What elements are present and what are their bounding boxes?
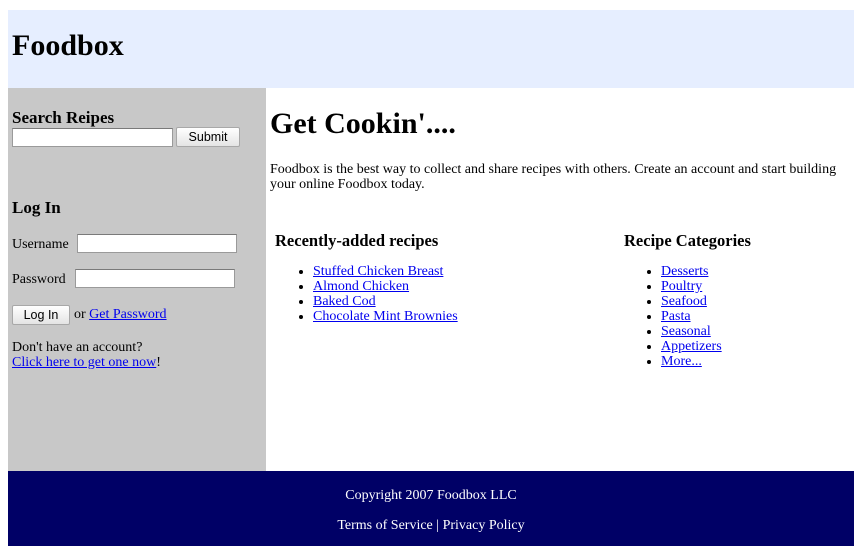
recent-recipes-list: Stuffed Chicken Breast Almond Chicken Ba… <box>297 264 458 324</box>
privacy-link[interactable]: Privacy Policy <box>443 518 525 533</box>
or-text: or <box>74 307 86 322</box>
category-link[interactable]: Seafood <box>661 294 707 309</box>
main-content: Get Cookin'.... Foodbox is the best way … <box>266 88 854 471</box>
signup-line: Click here to get one now! <box>12 355 161 371</box>
list-item: Pasta <box>661 309 722 324</box>
password-input[interactable] <box>75 269 235 288</box>
signup-suffix: ! <box>156 355 161 370</box>
sidebar: Search Reipes Submit Log In Username Pas… <box>8 88 266 471</box>
site-brand: Foodbox <box>12 29 124 62</box>
list-item: Appetizers <box>661 339 722 354</box>
list-item: More... <box>661 354 722 369</box>
copyright-text: Copyright 2007 Foodbox LLC <box>345 488 517 503</box>
recent-recipes-heading: Recently-added recipes <box>275 231 439 250</box>
get-password-link[interactable]: Get Password <box>89 307 166 322</box>
list-item: Chocolate Mint Brownies <box>313 309 458 324</box>
intro-text: Foodbox is the best way to collect and s… <box>270 162 837 192</box>
list-item: Seafood <box>661 294 722 309</box>
username-input[interactable] <box>77 234 237 253</box>
recipe-link[interactable]: Almond Chicken <box>313 279 409 294</box>
search-input[interactable] <box>12 128 173 147</box>
list-item: Desserts <box>661 264 722 279</box>
category-link[interactable]: Desserts <box>661 264 708 279</box>
recipe-categories-list: Desserts Poultry Seafood Pasta Seasonal … <box>645 264 722 369</box>
login-heading: Log In <box>12 198 61 217</box>
site-footer: Copyright 2007 Foodbox LLC Terms of Serv… <box>8 471 854 546</box>
list-item: Almond Chicken <box>313 279 458 294</box>
category-link[interactable]: More... <box>661 354 702 369</box>
recipe-link[interactable]: Baked Cod <box>313 294 376 309</box>
footer-separator: | <box>436 518 440 533</box>
category-link[interactable]: Poultry <box>661 279 702 294</box>
password-label: Password <box>12 272 66 287</box>
list-item: Baked Cod <box>313 294 458 309</box>
signup-link[interactable]: Click here to get one now <box>12 355 156 370</box>
category-link[interactable]: Appetizers <box>661 339 722 354</box>
recipe-link[interactable]: Stuffed Chicken Breast <box>313 264 443 279</box>
list-item: Seasonal <box>661 324 722 339</box>
username-label: Username <box>12 237 69 252</box>
list-item: Poultry <box>661 279 722 294</box>
recipe-link[interactable]: Chocolate Mint Brownies <box>313 309 458 324</box>
site-header: Foodbox <box>8 10 854 88</box>
no-account-text: Don't have an account? <box>12 340 143 355</box>
footer-links: Terms of Service | Privacy Policy <box>8 518 854 534</box>
login-links: or Get Password <box>74 307 167 323</box>
search-heading: Search Reipes <box>12 108 115 127</box>
recipe-categories-heading: Recipe Categories <box>624 231 751 250</box>
page-title: Get Cookin'.... <box>270 107 456 140</box>
category-link[interactable]: Pasta <box>661 309 691 324</box>
terms-link[interactable]: Terms of Service <box>337 518 432 533</box>
category-link[interactable]: Seasonal <box>661 324 711 339</box>
list-item: Stuffed Chicken Breast <box>313 264 458 279</box>
search-submit-button[interactable]: Submit <box>176 127 240 147</box>
login-button[interactable]: Log In <box>12 305 70 325</box>
